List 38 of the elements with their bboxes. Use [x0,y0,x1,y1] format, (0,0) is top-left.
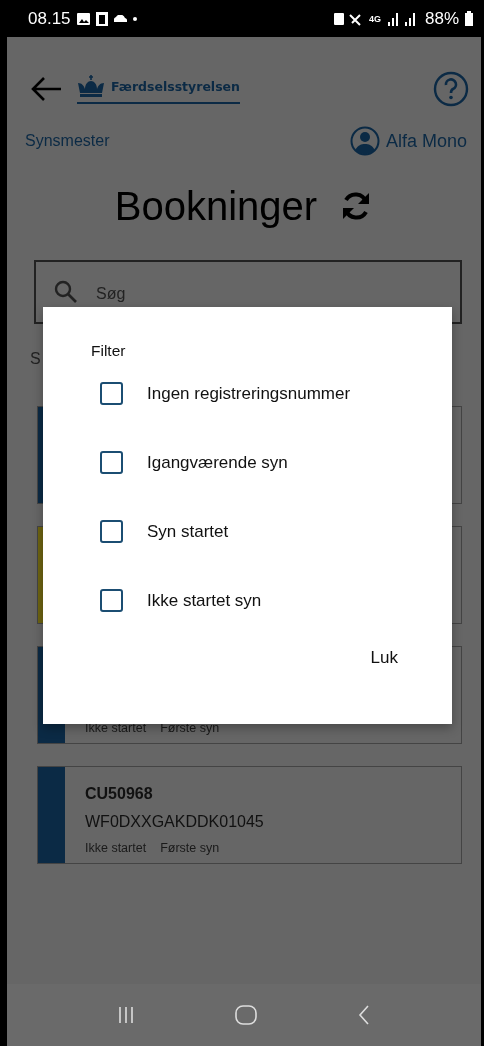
user-avatar-icon [349,126,380,156]
cloud-icon [113,15,127,22]
home-button[interactable] [235,1005,257,1025]
phone-icon [95,11,108,26]
booking-status: Ikke startet [85,841,147,855]
status-time: 08.15 [28,8,71,29]
section-label: S [30,350,41,368]
booking-status: Ikke startet [85,721,147,735]
filter-checkbox[interactable] [100,382,123,405]
gallery-icon [76,12,90,25]
plate-number: CU50968 [85,785,154,803]
filter-option-label: Ikke startet syn [147,590,262,611]
filter-option-label: Syn startet [147,521,229,542]
back-nav-button[interactable] [358,1005,371,1025]
recent-apps-button[interactable] [117,1006,134,1024]
filter-option-label: Igangværende syn [147,452,288,473]
filter-checkbox[interactable] [100,520,123,543]
booking-card[interactable]: CU50968 WF0DXXGAKDDK01045 Ikke startet Første syn [37,766,462,864]
search-icon [54,280,78,304]
page-title: Bookninger [114,183,318,229]
battery-icon [465,11,473,26]
close-button[interactable]: Luk [370,648,398,668]
user-button[interactable]: Alfa Mono [349,126,467,156]
role-label: Synsmester [25,132,110,150]
dot-icon [132,16,137,21]
filter-checkbox[interactable] [100,451,123,474]
crown-icon [77,74,105,99]
filter-option-label: Ingen registreringsnummer [147,383,351,404]
back-button[interactable] [31,76,63,102]
filter-checkbox[interactable] [100,589,123,612]
status-icons [332,10,363,27]
network-type: 4G [368,13,381,24]
inspection-type: Første syn [160,841,220,855]
vin-number: WF0DXXGAKDDK01045 [85,813,264,831]
dialog-title: Filter [91,342,127,360]
logo-link[interactable]: Færdselsstyrelsen [77,74,240,104]
help-button[interactable] [433,71,469,107]
battery-percentage: 88% [424,8,459,29]
